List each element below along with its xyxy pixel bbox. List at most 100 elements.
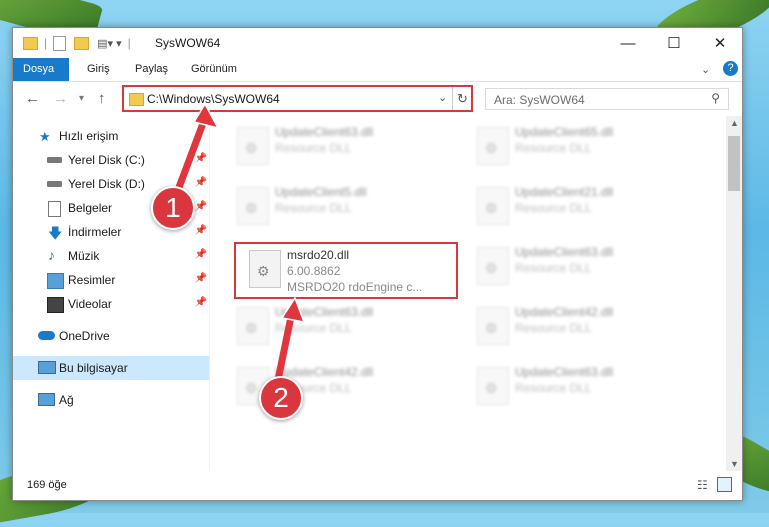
address-bar[interactable]: C:\Windows\SysWOW64 ⌄ ↻ bbox=[122, 85, 473, 112]
sidebar-item-videos[interactable]: Videolar 📌 bbox=[13, 292, 209, 316]
close-button[interactable]: ✕ bbox=[697, 28, 743, 58]
sidebar-item-label: Bu bilgisayar bbox=[59, 361, 128, 375]
sidebar-item-quick-access[interactable]: ★ Hızlı erişim bbox=[13, 124, 209, 148]
sidebar-item-label: İndirmeler bbox=[68, 225, 122, 239]
properties-icon[interactable] bbox=[53, 35, 67, 51]
scroll-up-icon[interactable]: ▲ bbox=[730, 118, 739, 128]
help-icon[interactable]: ? bbox=[723, 61, 738, 76]
file-item[interactable]: UpdateClient63.dll Resource DLL bbox=[465, 241, 685, 297]
large-icons-view-icon[interactable] bbox=[717, 477, 732, 492]
file-name: UpdateClient21.dll bbox=[515, 185, 614, 199]
sidebar-item-onedrive[interactable]: OneDrive bbox=[13, 324, 209, 348]
dll-file-icon bbox=[477, 127, 509, 165]
file-item[interactable]: UpdateClient63.dll Resource DLL bbox=[225, 121, 445, 177]
search-input[interactable]: Ara: SysWOW64 ⚲ bbox=[485, 88, 729, 110]
up-arrow-icon[interactable]: ↑ bbox=[98, 90, 106, 107]
drive-icon bbox=[47, 157, 62, 163]
navigation-pane: ★ Hızlı erişim Yerel Disk (C:) 📌 Yerel D… bbox=[13, 116, 209, 471]
sidebar-item-local-disk-c[interactable]: Yerel Disk (C:) 📌 bbox=[13, 148, 209, 172]
highlight-box bbox=[234, 242, 458, 299]
pin-icon[interactable]: 📌 bbox=[195, 201, 207, 212]
customize-toolbar-icon[interactable]: ▤▾ ▾ bbox=[97, 37, 122, 50]
search-placeholder: Ara: SysWOW64 bbox=[494, 93, 585, 107]
pictures-icon bbox=[47, 273, 64, 289]
sidebar-item-music[interactable]: ♪ Müzik 📌 bbox=[13, 244, 209, 268]
sidebar-item-label: Müzik bbox=[68, 249, 100, 263]
scroll-down-icon[interactable]: ▼ bbox=[730, 459, 739, 469]
tab-giris[interactable]: Giriş bbox=[77, 58, 120, 81]
dll-file-icon bbox=[477, 247, 509, 285]
details-view-icon[interactable]: ☷ bbox=[697, 478, 708, 492]
file-type: Resource DLL bbox=[515, 141, 592, 155]
drive-icon bbox=[47, 181, 62, 187]
file-name: UpdateClient63.dll bbox=[275, 305, 374, 319]
sidebar-item-label: Hızlı erişim bbox=[59, 129, 119, 143]
pin-icon[interactable]: 📌 bbox=[195, 273, 207, 284]
documents-icon bbox=[48, 201, 61, 217]
tab-paylas[interactable]: Paylaş bbox=[125, 58, 178, 81]
file-type: Resource DLL bbox=[275, 201, 352, 215]
quick-access-toolbar: | ▤▾ ▾ | bbox=[23, 34, 131, 52]
title-bar: | ▤▾ ▾ | SysWOW64 — ☐ ✕ bbox=[13, 28, 742, 58]
videos-icon bbox=[47, 297, 64, 313]
dll-file-icon bbox=[477, 187, 509, 225]
file-item[interactable]: UpdateClient65.dll Resource DLL bbox=[465, 121, 685, 177]
separator: | bbox=[127, 36, 131, 50]
pin-icon[interactable]: 📌 bbox=[195, 297, 207, 308]
recent-locations-icon[interactable]: ▾ bbox=[79, 93, 84, 104]
file-type: Resource DLL bbox=[515, 201, 592, 215]
sidebar-item-label: Ağ bbox=[59, 393, 74, 407]
dll-file-icon bbox=[477, 367, 509, 405]
annotation-badge-2: 2 bbox=[259, 376, 303, 420]
refresh-icon[interactable]: ↻ bbox=[452, 87, 472, 110]
file-type: Resource DLL bbox=[275, 141, 352, 155]
dll-file-icon bbox=[237, 127, 269, 165]
ribbon-tabs: Dosya Giriş Paylaş Görünüm ⌄ ? bbox=[13, 58, 742, 82]
sidebar-item-label: Yerel Disk (D:) bbox=[68, 177, 145, 191]
file-item[interactable]: UpdateClient42.dll Resource DLL bbox=[465, 301, 685, 357]
forward-arrow-icon[interactable]: → bbox=[53, 90, 68, 107]
folder-icon bbox=[129, 93, 144, 106]
status-bar: 169 öğe ☷ bbox=[13, 473, 742, 499]
address-dropdown-icon[interactable]: ⌄ bbox=[438, 91, 447, 104]
file-name: UpdateClient42.dll bbox=[515, 305, 614, 319]
file-name: UpdateClient65.dll bbox=[515, 125, 614, 139]
file-item[interactable]: UpdateClient5.dll Resource DLL bbox=[225, 181, 445, 237]
pane-divider[interactable] bbox=[209, 116, 210, 471]
tab-dosya[interactable]: Dosya bbox=[13, 58, 69, 81]
music-note-icon: ♪ bbox=[48, 247, 55, 263]
sidebar-item-label: OneDrive bbox=[59, 329, 110, 343]
pin-icon[interactable]: 📌 bbox=[195, 153, 207, 164]
sidebar-item-label: Videolar bbox=[68, 297, 112, 311]
sidebar-item-network[interactable]: Ağ bbox=[13, 388, 209, 412]
search-icon: ⚲ bbox=[711, 91, 720, 105]
tab-gorunum[interactable]: Görünüm bbox=[181, 58, 247, 81]
pin-icon[interactable]: 📌 bbox=[195, 225, 207, 236]
pin-icon[interactable]: 📌 bbox=[195, 249, 207, 260]
file-item[interactable]: UpdateClient21.dll Resource DLL bbox=[465, 181, 685, 237]
file-item[interactable]: UpdateClient63.dll Resource DLL bbox=[465, 361, 685, 417]
file-item[interactable]: UpdateClient63.dll Resource DLL bbox=[225, 301, 445, 357]
network-icon bbox=[38, 393, 55, 406]
new-folder-icon[interactable] bbox=[74, 36, 90, 50]
back-arrow-icon[interactable]: ← bbox=[25, 90, 40, 107]
address-path: C:\Windows\SysWOW64 bbox=[147, 92, 280, 106]
computer-icon bbox=[38, 361, 56, 374]
file-type: Resource DLL bbox=[515, 261, 592, 275]
sidebar-item-this-pc[interactable]: Bu bilgisayar bbox=[13, 356, 209, 380]
folder-icon[interactable] bbox=[23, 36, 38, 50]
vertical-scrollbar[interactable]: ▲ ▼ bbox=[726, 116, 742, 471]
dll-file-icon bbox=[477, 307, 509, 345]
maximize-button[interactable]: ☐ bbox=[651, 28, 697, 58]
minimize-button[interactable]: — bbox=[605, 28, 651, 58]
sidebar-item-label: Belgeler bbox=[68, 201, 113, 215]
sidebar-item-label: Resimler bbox=[68, 273, 116, 287]
pin-icon[interactable]: 📌 bbox=[195, 177, 207, 188]
scrollbar-thumb[interactable] bbox=[728, 136, 740, 191]
file-name: UpdateClient5.dll bbox=[275, 185, 367, 199]
dll-file-icon bbox=[237, 187, 269, 225]
sidebar-item-pictures[interactable]: Resimler 📌 bbox=[13, 268, 209, 292]
file-name: UpdateClient63.dll bbox=[515, 245, 614, 259]
file-item[interactable]: UpdateClient42.dll Resource DLL bbox=[225, 361, 445, 417]
expand-ribbon-icon[interactable]: ⌄ bbox=[701, 63, 710, 76]
